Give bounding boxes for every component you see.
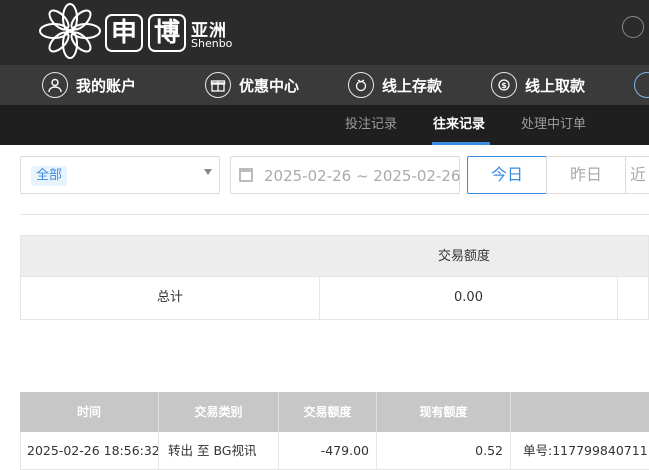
svg-text:$: $ <box>501 81 507 90</box>
cell-amount: -479.00 <box>320 443 369 458</box>
sub-nav: 投注记录 往来记录 处理中订单 <box>0 105 649 145</box>
date-range-picker[interactable]: 2025-02-26 ~ 2025-02-26 <box>230 156 460 194</box>
cell-time: 2025-02-26 18:56:32 <box>27 443 159 458</box>
col-balance: 现有额度 <box>419 405 468 419</box>
withdraw-icon: $ <box>491 72 517 98</box>
deposit-icon <box>348 72 374 98</box>
cell-divider <box>510 432 511 470</box>
gift-icon <box>205 72 231 98</box>
summary-header: 交易额度 <box>20 235 649 277</box>
type-select[interactable]: 全部 <box>20 156 220 194</box>
nav-my-account[interactable]: 我的账户 <box>42 65 136 105</box>
cell-type: 转出 至 BG视讯 <box>168 443 257 458</box>
calendar-icon <box>239 168 253 182</box>
account-avatar-icon[interactable] <box>622 16 644 38</box>
today-button[interactable]: 今日 <box>467 156 547 194</box>
nav-online-withdraw[interactable]: $ 线上取款 <box>491 65 585 105</box>
nav-label: 优惠中心 <box>239 76 300 95</box>
top-header: 申 博 亚洲 Shenbo <box>0 0 649 65</box>
col-amount: 交易额度 <box>303 405 352 419</box>
nav-label: 我的账户 <box>76 76 137 95</box>
nav-label: 线上取款 <box>525 76 586 95</box>
more-nav-icon <box>634 72 649 98</box>
cell-divider <box>617 277 618 319</box>
logo-char-1: 申 <box>105 14 143 52</box>
logo-char-2: 博 <box>148 14 186 52</box>
summary-header-label: 交易额度 <box>438 249 491 264</box>
cell-note: 单号:117799840711 <box>523 443 648 458</box>
active-tab-indicator <box>432 142 490 145</box>
tab-bet-records[interactable]: 投注记录 <box>345 105 397 145</box>
col-type: 交易类别 <box>194 405 243 419</box>
main-nav: 我的账户 优惠中心 线上存款 $ 线上取款 <box>0 65 649 105</box>
col-note <box>511 392 649 432</box>
summary-value: 0.00 <box>454 290 483 305</box>
detail-table-header: 时间 交易类别 交易额度 现有额度 <box>20 392 649 432</box>
cell-divider <box>158 432 159 470</box>
tab-transaction-records[interactable]: 往来记录 <box>433 105 485 145</box>
logo-en-text: Shenbo <box>191 37 233 50</box>
caret-down-icon <box>204 169 212 175</box>
date-range-text: 2025-02-26 ~ 2025-02-26 <box>264 167 461 185</box>
col-time: 时间 <box>76 405 101 419</box>
table-row: 2025-02-26 18:56:32 转出 至 BG视讯 -479.00 0.… <box>20 432 649 470</box>
nav-more-cut[interactable] <box>634 65 649 105</box>
flower-logo-icon <box>39 3 101 59</box>
selected-type-tag: 全部 <box>31 166 68 186</box>
recent-button[interactable]: 近 <box>625 156 649 194</box>
summary-row: 总计 0.00 <box>20 277 649 320</box>
tab-pending-orders[interactable]: 处理中订单 <box>521 105 586 145</box>
yesterday-button[interactable]: 昨日 <box>546 156 626 194</box>
divider <box>20 214 649 215</box>
cell-balance: 0.52 <box>475 443 503 458</box>
nav-label: 线上存款 <box>382 76 443 95</box>
nav-online-deposit[interactable]: 线上存款 <box>348 65 442 105</box>
summary-label: 总计 <box>156 290 183 305</box>
nav-promotions[interactable]: 优惠中心 <box>205 65 299 105</box>
user-icon <box>42 72 68 98</box>
